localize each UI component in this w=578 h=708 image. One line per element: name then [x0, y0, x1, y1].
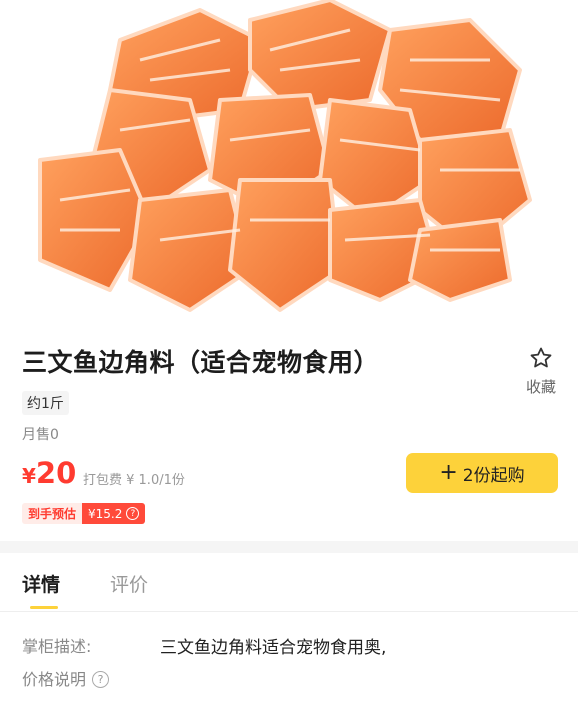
tab-reviews[interactable]: 评价 — [110, 570, 148, 597]
buy-label: 2份起购 — [462, 465, 525, 486]
add-to-cart-button[interactable]: + 2份起购 — [406, 453, 558, 493]
product-image[interactable] — [0, 0, 578, 328]
plus-icon: + — [439, 460, 458, 485]
active-tab-indicator — [30, 606, 58, 609]
price-currency: ¥ — [22, 464, 36, 488]
description-label: 掌柜描述: — [22, 637, 92, 656]
question-circle-icon[interactable]: ? — [126, 507, 140, 520]
favorite-label: 收藏 — [525, 378, 556, 396]
spec-tag: 约1斤 — [22, 391, 69, 415]
tab-bar-divider — [0, 611, 578, 612]
tab-details[interactable]: 详情 — [22, 570, 60, 597]
monthly-sales: 月售0 — [22, 427, 59, 443]
price-note-label: 价格说明 — [22, 670, 87, 689]
packaging-fee: 打包费 ¥ 1.0/1份 — [83, 473, 185, 488]
question-circle-icon[interactable]: ? — [92, 671, 110, 688]
price-value: 20 — [35, 456, 77, 490]
product-title: 三文鱼边角料（适合宠物食用） — [22, 348, 380, 377]
estimate-value: ¥15.2 — [88, 506, 123, 521]
section-divider — [0, 541, 578, 553]
estimate-value-box: ¥15.2 ? — [82, 503, 146, 524]
price-note-row: 价格说明? — [22, 666, 110, 690]
salmon-cubes-illustration — [38, 0, 532, 312]
favorite-button[interactable]: 收藏 — [518, 346, 564, 397]
star-outline-icon — [518, 346, 564, 370]
description-value: 三文鱼边角料适合宠物食用奥, — [160, 638, 387, 658]
price: ¥20 — [22, 456, 76, 490]
estimated-price-badge[interactable]: 到手预估 ¥15.2 ? — [22, 503, 146, 524]
estimate-label: 到手预估 — [22, 503, 83, 524]
